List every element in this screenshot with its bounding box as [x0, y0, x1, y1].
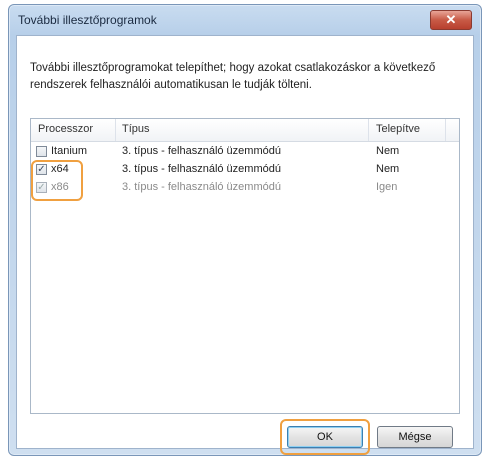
dialog-title: További illesztőprogramok	[18, 13, 157, 27]
processor-cell: Itanium	[51, 145, 88, 157]
column-divider[interactable]	[115, 119, 116, 141]
table-row[interactable]: Itanium 3. típus - felhasználó üzemmódú …	[31, 143, 459, 161]
column-header-installed[interactable]: Telepítve	[376, 123, 420, 135]
table-row: ✓ x86 3. típus - felhasználó üzemmódú Ig…	[31, 179, 459, 197]
type-cell: 3. típus - felhasználó üzemmódú	[122, 181, 281, 193]
column-divider[interactable]	[368, 119, 369, 141]
column-header-type[interactable]: Típus	[122, 123, 150, 135]
dialog-body: További illesztőprogramokat telepíthet; …	[16, 35, 474, 455]
title-bar[interactable]: További illesztőprogramok ✕	[9, 5, 481, 35]
dialog-window: További illesztőprogramok ✕ További ille…	[8, 4, 482, 456]
driver-list[interactable]: Processzor Típus Telepítve Itanium 3. tí…	[30, 118, 460, 414]
type-cell: 3. típus - felhasználó üzemmódú	[122, 163, 281, 175]
cancel-button[interactable]: Mégse	[377, 426, 453, 448]
checkbox-highlight	[31, 160, 83, 201]
close-icon: ✕	[445, 12, 457, 27]
description-text: További illesztőprogramokat telepíthet; …	[30, 62, 436, 91]
column-divider[interactable]	[445, 119, 446, 141]
installed-cell: Igen	[376, 181, 398, 193]
ok-highlight	[280, 419, 370, 455]
table-row[interactable]: ✓ x64 3. típus - felhasználó üzemmódú Ne…	[31, 161, 459, 179]
checkbox-itanium[interactable]	[36, 146, 47, 157]
type-cell: 3. típus - felhasználó üzemmódú	[122, 145, 281, 157]
close-button[interactable]: ✕	[430, 10, 472, 30]
column-header-processor[interactable]: Processzor	[38, 123, 93, 135]
installed-cell: Nem	[376, 163, 400, 175]
list-header: Processzor Típus Telepítve	[31, 119, 459, 142]
installed-cell: Nem	[376, 145, 400, 157]
